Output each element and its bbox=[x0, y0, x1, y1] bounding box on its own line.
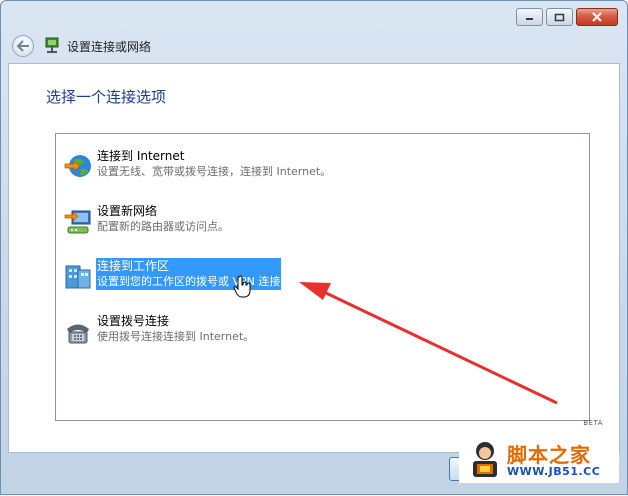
watermark-title: 脚本之家 bbox=[507, 443, 591, 467]
maximize-button[interactable] bbox=[546, 8, 573, 26]
minimize-icon bbox=[526, 18, 533, 20]
option-connect-internet[interactable]: 连接到 Internet 设置无线、宽带或拨号连接，连接到 Internet。 bbox=[56, 148, 586, 188]
watermark-logo: 脚本之家 WWW.JB51.CC bbox=[459, 435, 619, 483]
connection-options-list: 连接到 Internet 设置无线、宽带或拨号连接，连接到 Internet。 … bbox=[55, 133, 590, 421]
maximize-icon bbox=[554, 13, 565, 21]
option-title: 设置新网络 bbox=[97, 204, 158, 218]
watermark-url: WWW.JB51.CC bbox=[507, 465, 601, 478]
minimize-button[interactable] bbox=[516, 8, 543, 26]
option-text: 设置拨号连接 使用拨号连接连接到 Internet。 bbox=[96, 313, 255, 345]
network-setup-icon bbox=[45, 37, 59, 53]
dialup-phone-icon bbox=[67, 324, 89, 344]
router-network-icon bbox=[64, 210, 91, 234]
option-setup-dialup[interactable]: 设置拨号连接 使用拨号连接连接到 Internet。 bbox=[56, 313, 586, 353]
workplace-building-icon bbox=[65, 265, 91, 289]
window-title: 设置连接或网络 bbox=[67, 40, 152, 54]
option-description: 使用拨号连接连接到 Internet。 bbox=[97, 330, 255, 343]
option-title: 连接到 Internet bbox=[97, 149, 185, 163]
globe-internet-icon bbox=[64, 155, 91, 177]
back-button[interactable] bbox=[12, 35, 34, 57]
option-description: 设置无线、宽带或拨号连接，连接到 Internet。 bbox=[97, 165, 332, 178]
option-connect-workplace[interactable]: 连接到工作区 设置到您的工作区的拨号或 VPN 连接 bbox=[56, 258, 586, 298]
close-icon bbox=[592, 12, 602, 22]
setup-connection-window: 设置连接或网络 选择一个连接选项 连接到 Internet 设置无线、宽带或拨号… bbox=[0, 0, 628, 495]
option-description: 设置到您的工作区的拨号或 VPN 连接 bbox=[97, 275, 281, 288]
close-button[interactable] bbox=[576, 8, 618, 26]
option-text: 设置新网络 配置新的路由器或访问点。 bbox=[96, 203, 230, 235]
option-text: 连接到工作区 设置到您的工作区的拨号或 VPN 连接 bbox=[96, 258, 282, 290]
option-title: 设置拨号连接 bbox=[97, 314, 170, 328]
back-arrow-icon bbox=[16, 40, 29, 52]
option-title: 连接到工作区 bbox=[97, 259, 170, 273]
beta-label: BETA bbox=[583, 419, 603, 427]
hand-cursor-icon bbox=[233, 275, 251, 298]
option-setup-new-network[interactable]: 设置新网络 配置新的路由器或访问点。 bbox=[56, 203, 586, 243]
watermark-mascot-icon bbox=[473, 442, 497, 477]
content-area: 选择一个连接选项 连接到 Internet 设置无线、宽带或拨号连接，连接到 I… bbox=[8, 63, 620, 453]
option-text: 连接到 Internet 设置无线、宽带或拨号连接，连接到 Internet。 bbox=[96, 148, 332, 180]
page-heading: 选择一个连接选项 bbox=[46, 88, 167, 106]
option-description: 配置新的路由器或访问点。 bbox=[97, 220, 229, 233]
caption-buttons bbox=[516, 8, 618, 26]
